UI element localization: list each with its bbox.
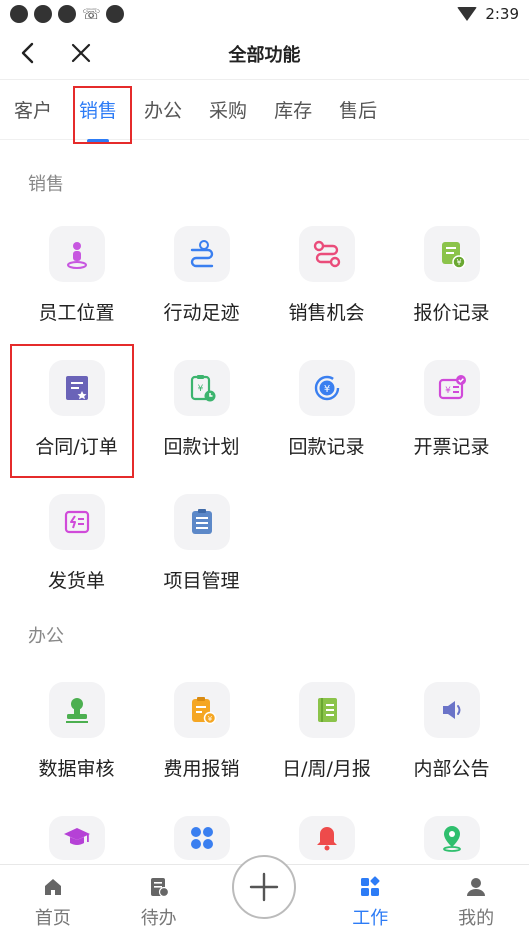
feature-label: 员工位置: [38, 302, 115, 324]
svg-text:¥: ¥: [323, 384, 329, 395]
feature-shipping-order[interactable]: 发货单: [14, 478, 139, 612]
nav-work[interactable]: 工作: [317, 865, 423, 940]
sales-grid: 员工位置 行动足迹 销售机会 ¥ 报价记录 合同/订单 ¥ 回款计划 ¥ 回款记…: [0, 210, 529, 612]
plus-icon: [250, 872, 279, 902]
stamp-icon: [65, 698, 88, 723]
work-grid-icon: [361, 875, 380, 896]
plus-wrapper: [212, 855, 318, 940]
nav-label: 首页: [34, 907, 71, 929]
feature-label: 日/周/月报: [282, 758, 371, 780]
feature-expense-reimbursement[interactable]: ¥ 费用报销: [139, 666, 264, 800]
feature-invoice-record[interactable]: ¥ 开票记录: [389, 344, 514, 478]
feature-reminder[interactable]: [264, 800, 389, 860]
svg-text:¥: ¥: [197, 384, 203, 394]
user-icon: [467, 877, 486, 896]
clipboard-icon: [191, 509, 212, 534]
feature-training[interactable]: [14, 800, 139, 860]
nav-todo[interactable]: 待办: [106, 865, 212, 940]
tab-office[interactable]: 办公: [144, 90, 182, 129]
speaker-icon: [442, 701, 460, 719]
nav-label: 工作: [352, 907, 389, 929]
feature-label: 项目管理: [163, 570, 240, 592]
nav-label: 待办: [140, 907, 177, 929]
feature-check-in[interactable]: [389, 800, 514, 860]
tab-customer[interactable]: 客户: [14, 90, 52, 129]
payment-record-icon: ¥: [314, 375, 339, 401]
nav-home[interactable]: 首页: [0, 865, 106, 940]
payment-plan-icon: ¥: [190, 375, 215, 402]
path-icon: [313, 240, 340, 268]
title-bar: 全部功能: [0, 28, 529, 80]
notification-icon: [34, 5, 52, 23]
svg-text:¥: ¥: [207, 715, 212, 723]
bell-icon: [316, 827, 337, 851]
home-icon: [44, 878, 61, 895]
tab-inventory[interactable]: 库存: [274, 90, 312, 129]
invoice-icon: ¥: [438, 375, 466, 400]
status-time: 2:39: [485, 5, 519, 23]
feature-label: 开票记录: [413, 436, 490, 458]
map-pin-icon: [442, 826, 461, 852]
feature-label: 数据审核: [38, 758, 115, 780]
feature-apps[interactable]: [139, 800, 264, 860]
contract-icon: [65, 376, 88, 400]
todo-icon: [150, 877, 169, 897]
shipping-icon: [64, 510, 89, 534]
person-location-icon: [66, 242, 87, 269]
add-button[interactable]: [232, 855, 297, 919]
feature-sales-opportunity[interactable]: 销售机会: [264, 210, 389, 344]
feature-label: 回款记录: [288, 436, 365, 458]
nav-label: 我的: [458, 907, 495, 929]
feature-label: 行动足迹: [163, 302, 240, 324]
svg-text:¥: ¥: [445, 386, 451, 396]
section-title-office: 办公: [28, 626, 64, 647]
bottom-navigation: 首页 待办 工作 我的: [0, 855, 529, 940]
feature-employee-location[interactable]: 员工位置: [14, 210, 139, 344]
feature-payment-plan[interactable]: ¥ 回款计划: [139, 344, 264, 478]
apps-icon: [190, 827, 213, 849]
section-title-sales: 销售: [28, 174, 64, 195]
wifi-icon: [457, 7, 478, 21]
office-grid-partial-row: [0, 800, 529, 860]
feature-internal-announcement[interactable]: 内部公告: [389, 666, 514, 800]
feature-label: 合同/订单: [35, 436, 118, 458]
feature-quote-record[interactable]: ¥ 报价记录: [389, 210, 514, 344]
feature-action-track[interactable]: 行动足迹: [139, 210, 264, 344]
tab-after-sales[interactable]: 售后: [339, 90, 377, 129]
feature-project-management[interactable]: 项目管理: [139, 478, 264, 612]
feature-payment-record[interactable]: ¥ 回款记录: [264, 344, 389, 478]
feature-label: 内部公告: [413, 758, 490, 780]
route-icon: [190, 240, 213, 268]
feature-label: 销售机会: [288, 302, 365, 324]
office-grid: 数据审核 ¥ 费用报销 日/周/月报 内部公告: [0, 666, 529, 800]
expense-icon: ¥: [191, 697, 216, 725]
nav-mine[interactable]: 我的: [423, 865, 529, 940]
tab-purchase[interactable]: 采购: [209, 90, 247, 129]
notification-icon: [106, 5, 124, 23]
feature-contract-order[interactable]: 合同/订单: [10, 344, 139, 478]
feature-label: 发货单: [47, 570, 105, 592]
feature-label: 回款计划: [163, 436, 240, 458]
feature-reports[interactable]: 日/周/月报: [264, 666, 389, 800]
phone-icon: ☏: [82, 5, 101, 23]
svg-text:¥: ¥: [456, 258, 461, 267]
status-bar: ☏ 2:39: [0, 0, 529, 28]
graduation-cap-icon: [63, 828, 90, 845]
feature-label: 费用报销: [163, 758, 240, 780]
quote-icon: ¥: [441, 242, 466, 269]
tab-highlight-box: [73, 86, 132, 144]
notification-icons: ☏: [10, 5, 124, 23]
notification-icon: [10, 5, 28, 23]
report-icon: [317, 698, 337, 722]
back-button[interactable]: [14, 38, 44, 68]
feature-data-audit[interactable]: 数据审核: [14, 666, 139, 800]
feature-label: 报价记录: [413, 302, 490, 324]
close-button[interactable]: [66, 38, 96, 68]
notification-icon: [58, 5, 76, 23]
